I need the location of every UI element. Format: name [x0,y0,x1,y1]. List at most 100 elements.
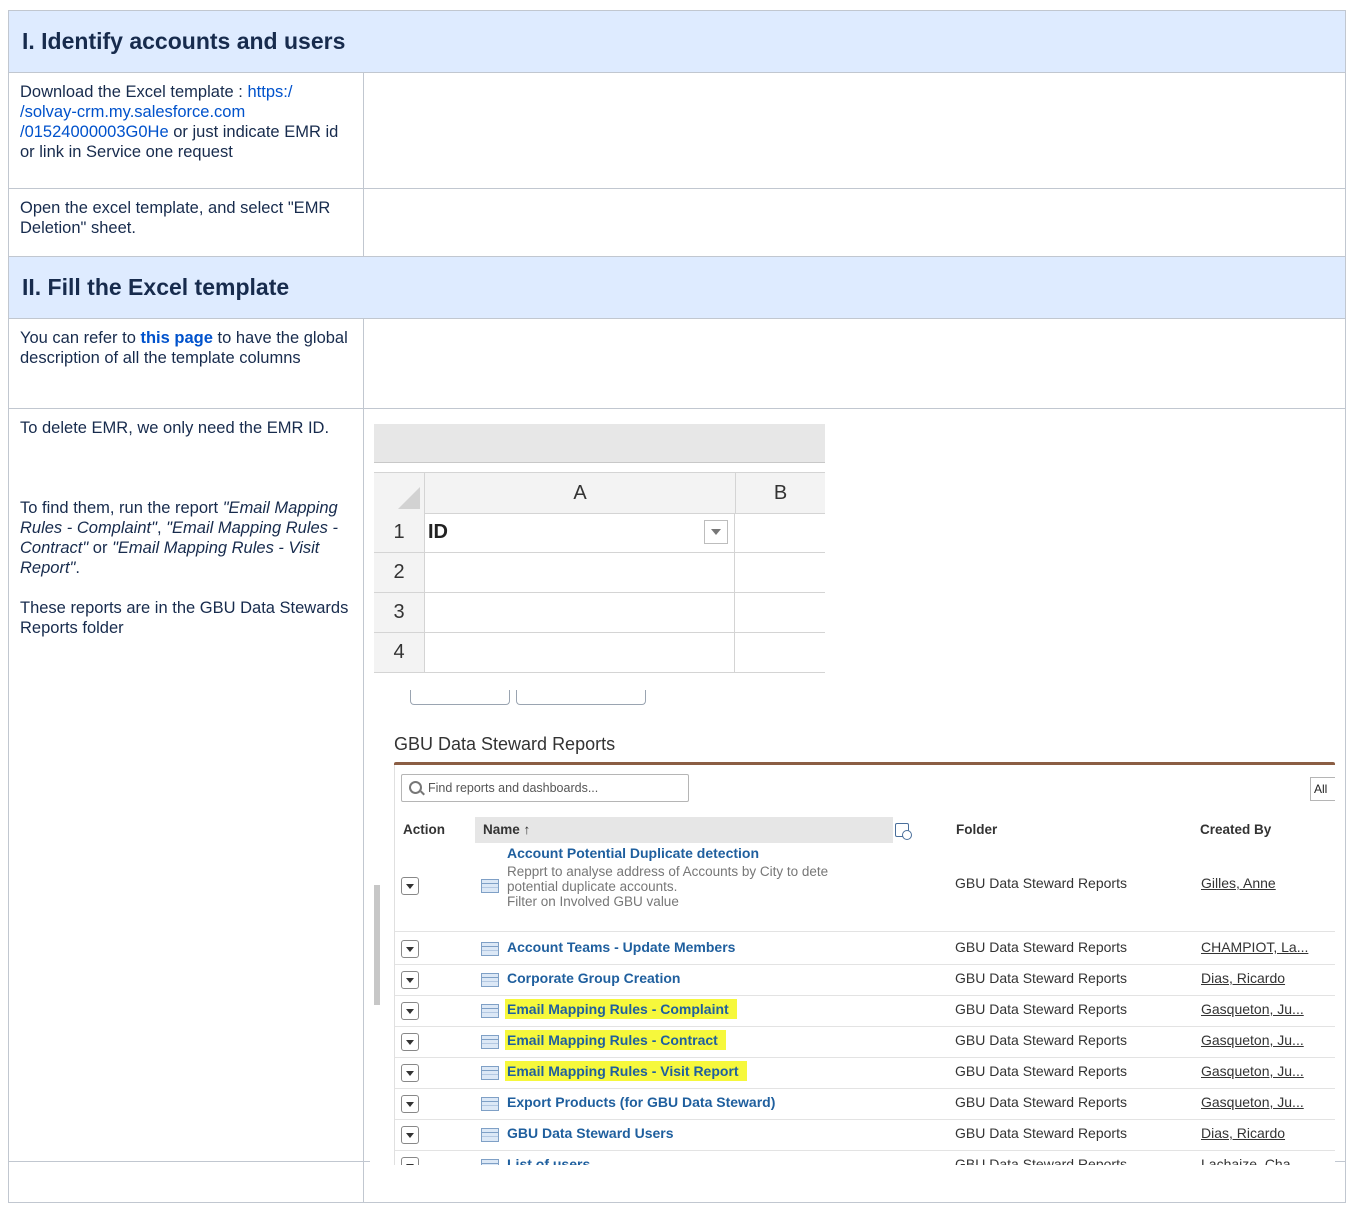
folder-paragraph: These reports are in the GBU Data Stewar… [20,599,349,637]
report-created-by-link[interactable]: CHAMPIOT, La... [1201,939,1308,955]
cell-a2[interactable] [425,553,735,592]
excel-row: 4 [374,633,825,673]
report-folder: GBU Data Steward Reports [955,1032,1127,1048]
column-action[interactable]: Action [395,817,475,843]
report-row: GBU Data Steward Users GBU Data Steward R… [395,1119,1335,1151]
report-description: Repprt to analyse address of Accounts by… [507,864,829,909]
row-number[interactable]: 2 [374,553,425,592]
id-header-text: ID [428,521,448,543]
this-page-link[interactable]: this page [140,329,212,347]
report-folder: GBU Data Steward Reports [955,1063,1127,1079]
report-row: Email Mapping Rules - Contract GBU Data S… [395,1026,1335,1058]
report-folder: GBU Data Steward Reports [955,970,1127,986]
excel-ribbon [374,424,825,463]
column-created-by[interactable]: Created By [1191,817,1321,843]
column-header-a[interactable]: A [425,473,736,513]
report-created-by-link[interactable]: Gilles, Anne [1201,875,1276,891]
cell-a1[interactable]: ID [425,513,735,552]
action-dropdown-button[interactable] [401,1064,419,1082]
action-dropdown-button[interactable] [401,1157,419,1165]
report-name-link[interactable]: List of users [507,1156,590,1165]
search-icon [409,781,422,794]
filter-dropdown-icon[interactable] [704,520,728,544]
report-name-link[interactable]: Email Mapping Rules - Visit Report [505,1061,747,1081]
cell-a4[interactable] [425,633,735,672]
search-input[interactable]: Find reports and dashboards... [401,774,689,802]
report-list-panel: Find reports and dashboards... All Actio… [394,765,1335,1165]
separator: or [88,539,113,557]
refer-text: You can refer to [20,329,141,347]
scrollbar[interactable] [374,885,380,1005]
row-number[interactable]: 3 [374,593,425,632]
step-find-emr: To delete EMR, we only need the EMR ID. … [8,408,364,1162]
report-icon [481,1035,499,1049]
report-row: Account Teams - Update Members GBU Data S… [395,933,1335,965]
report-created-by-link[interactable]: Gasqueton, Ju... [1201,1063,1304,1079]
report-icon [481,1128,499,1142]
action-dropdown-button[interactable] [401,1126,419,1144]
action-dropdown-button[interactable] [401,1095,419,1113]
report-name-link[interactable]: Account Potential Duplicate detection [507,845,759,861]
action-dropdown-button[interactable] [401,1033,419,1051]
column-folder[interactable]: Folder [947,817,1191,843]
run-report-paragraph: To find them, run the report "Email Mapp… [20,498,352,578]
left-sidebar [370,765,386,1165]
report-created-by-link[interactable]: Gasqueton, Ju... [1201,1032,1304,1048]
report-name-link[interactable]: Email Mapping Rules - Contract [505,1030,726,1050]
step-download-content [362,72,1346,189]
separator: , [157,519,167,537]
excel-screenshot: A B 1 ID 2 3 4 [374,424,825,678]
report-created-by-link[interactable]: Lachaize, Cha... [1201,1156,1302,1165]
report-row: Email Mapping Rules - Visit Report GBU Da… [395,1057,1335,1089]
schedule-icon[interactable] [895,823,912,840]
report-icon [481,942,499,956]
step-refer-content [362,318,1346,409]
report-name-link[interactable]: Email Mapping Rules - Complaint [505,999,737,1019]
report-icon [481,879,499,893]
step-refer-page: You can refer to this page to have the g… [8,318,364,409]
cell-a3[interactable] [425,593,735,632]
report-row: Email Mapping Rules - Complaint GBU Data … [395,995,1335,1027]
report-folder: GBU Data Steward Reports [955,875,1127,891]
filter-select[interactable]: All [1310,777,1335,801]
report-name-link[interactable]: Export Products (for GBU Data Steward) [507,1094,775,1110]
excel-row: 2 [374,553,825,593]
report-row: Corporate Group Creation GBU Data Steward… [395,964,1335,996]
report-row: List of users GBU Data Steward Reports Lac… [395,1150,1335,1165]
download-text: Download the Excel template : [20,83,248,101]
excel-row: 1 ID [374,513,825,553]
search-placeholder: Find reports and dashboards... [428,781,599,795]
report-name-link[interactable]: Corporate Group Creation [507,970,680,986]
step-open-template: Open the excel template, and select "EMR… [8,188,364,257]
action-dropdown-button[interactable] [401,971,419,989]
report-icon [481,1159,499,1165]
report-name-link[interactable]: GBU Data Steward Users [507,1125,674,1141]
column-name[interactable]: Name ↑ [475,817,893,843]
report-name-link[interactable]: Account Teams - Update Members [507,939,735,955]
report-icon [481,973,499,987]
report-created-by-link[interactable]: Dias, Ricardo [1201,970,1285,986]
report-created-by-link[interactable]: Dias, Ricardo [1201,1125,1285,1141]
report-icon [481,1066,499,1080]
action-dropdown-button[interactable] [401,877,419,895]
row-number[interactable]: 1 [374,513,425,552]
section-heading-identify: I. Identify accounts and users [7,10,1346,73]
step-download-template: Download the Excel template : https:/ /s… [8,72,364,189]
report-created-by-link[interactable]: Gasqueton, Ju... [1201,1094,1304,1110]
run-report-text: To find them, run the report [20,499,223,517]
separator: . [75,559,80,577]
select-all-corner[interactable] [374,473,425,513]
report-created-by-link[interactable]: Gasqueton, Ju... [1201,1001,1304,1017]
cropped-button [410,690,510,705]
report-folder: GBU Data Steward Reports [955,1125,1127,1141]
row-number[interactable]: 4 [374,633,425,672]
report-folder: GBU Data Steward Reports [955,1156,1127,1165]
column-header-b[interactable]: B [736,473,825,513]
excel-row: 3 [374,593,825,633]
report-row: Account Potential Duplicate detection Rep… [395,843,1335,932]
report-icon [481,1004,499,1018]
report-folder: GBU Data Steward Reports [955,1094,1127,1110]
action-dropdown-button[interactable] [401,1002,419,1020]
action-dropdown-button[interactable] [401,940,419,958]
report-folder: GBU Data Steward Reports [955,939,1127,955]
